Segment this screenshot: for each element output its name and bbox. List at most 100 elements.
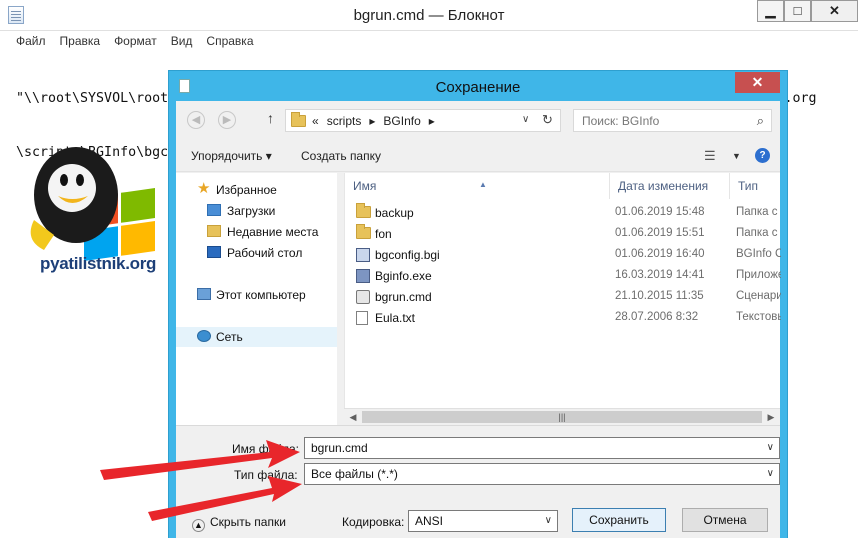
- nav-item-computer[interactable]: Этот компьютер: [176, 285, 337, 305]
- file-row[interactable]: bgconfig.bgi 01.06.2019 16:40 BGInfo Co: [345, 244, 781, 265]
- folder-icon: [356, 224, 371, 239]
- menu-file[interactable]: Файл: [16, 31, 46, 51]
- dialog-close-button[interactable]: ✕: [735, 72, 780, 93]
- encoding-label: Кодировка:: [342, 515, 405, 529]
- filetype-select[interactable]: Все файлы (*.*) ∨: [304, 463, 780, 485]
- breadcrumb-bginfo[interactable]: BGInfo: [383, 114, 420, 128]
- menu-view[interactable]: Вид: [171, 31, 193, 51]
- nav-label-desktop: Рабочий стол: [227, 246, 303, 260]
- chevron-right-icon[interactable]: ▸: [369, 114, 375, 128]
- nav-label-recent: Недавние места: [227, 225, 319, 239]
- sort-up-icon: ▲: [479, 180, 487, 189]
- menu-edit[interactable]: Правка: [60, 31, 101, 51]
- file-row[interactable]: Eula.txt 28.07.2006 8:32 Текстовы: [345, 307, 781, 328]
- file-date: 01.06.2019 16:40: [615, 248, 705, 260]
- file-date: 01.06.2019 15:51: [615, 227, 705, 239]
- menu-help[interactable]: Справка: [206, 31, 253, 51]
- file-row[interactable]: Bginfo.exe 16.03.2019 14:41 Приложе: [345, 265, 781, 286]
- file-name: Eula.txt: [375, 311, 416, 325]
- search-icon: ⌕: [756, 113, 764, 128]
- nav-item-favorites[interactable]: ★ Избранное: [176, 180, 337, 200]
- file-date: 01.06.2019 15:48: [615, 206, 705, 218]
- hide-folders-button[interactable]: ▲ Скрыть папки: [192, 515, 286, 532]
- column-name-label: Имя: [353, 179, 377, 193]
- new-folder-button[interactable]: Создать папку: [301, 149, 381, 163]
- column-header-type[interactable]: Тип: [730, 173, 781, 199]
- file-type: Текстовы: [736, 311, 781, 323]
- back-arrow-icon[interactable]: ◀: [187, 111, 205, 129]
- breadcrumb: « scripts ▸ BGInfo ▸: [312, 114, 443, 128]
- file-row[interactable]: backup 01.06.2019 15:48 Папка с ф: [345, 202, 781, 223]
- nav-item-downloads[interactable]: Загрузки: [176, 201, 337, 221]
- search-input[interactable]: Поиск: BGInfo ⌕: [573, 109, 772, 132]
- file-name: fon: [375, 227, 392, 241]
- recent-places-icon: [207, 225, 221, 237]
- filename-field[interactable]: bgrun.cmd ∨: [304, 437, 780, 459]
- search-placeholder: Поиск: BGInfo: [582, 114, 660, 128]
- file-type: Папка с ф: [736, 206, 781, 218]
- scroll-right-icon[interactable]: ▶: [763, 409, 779, 425]
- close-button[interactable]: ✕: [811, 0, 858, 22]
- dialog-toolbar: Упорядочить ▾ Создать папку ☰ ▼ ?: [176, 140, 780, 172]
- horizontal-scrollbar[interactable]: ◀ ||| ▶: [344, 408, 780, 425]
- refresh-icon[interactable]: ↻: [542, 112, 553, 128]
- script-icon: [356, 290, 370, 304]
- filetype-label: Тип файла:: [234, 468, 298, 482]
- filename-value: bgrun.cmd: [311, 441, 368, 455]
- view-dropdown-icon[interactable]: ▼: [732, 151, 741, 161]
- nav-label-favorites: Избранное: [216, 183, 277, 197]
- file-type: BGInfo Co: [736, 248, 781, 260]
- up-arrow-icon[interactable]: ↑: [267, 110, 274, 126]
- file-name: Bginfo.exe: [375, 269, 432, 283]
- breadcrumb-overflow[interactable]: «: [312, 114, 319, 128]
- nav-item-desktop[interactable]: Рабочий стол: [176, 243, 337, 263]
- chevron-down-icon[interactable]: ∨: [522, 114, 529, 125]
- downloads-icon: [207, 204, 221, 216]
- chevron-down-icon[interactable]: ∨: [767, 464, 774, 484]
- star-icon: ★: [197, 180, 211, 197]
- minimize-button[interactable]: ▁: [757, 0, 784, 22]
- scroll-left-icon[interactable]: ◀: [345, 409, 361, 425]
- scroll-thumb[interactable]: |||: [362, 411, 762, 423]
- logo-text: pyatilistnik.org: [40, 254, 157, 273]
- menu-format[interactable]: Формат: [114, 31, 157, 51]
- forward-arrow-icon[interactable]: ▶: [218, 111, 236, 129]
- notepad-window-title: bgrun.cmd — Блокнот: [353, 7, 505, 24]
- file-date: 16.03.2019 14:41: [615, 269, 705, 281]
- maximize-button[interactable]: □: [784, 0, 811, 22]
- chevron-down-icon[interactable]: ∨: [767, 438, 774, 458]
- cancel-button[interactable]: Отмена: [682, 508, 768, 532]
- organize-button[interactable]: Упорядочить ▾: [191, 149, 272, 163]
- file-type: Папка с ф: [736, 227, 781, 239]
- view-options-icon[interactable]: ☰: [704, 148, 716, 164]
- collapse-icon: ▲: [192, 519, 205, 532]
- help-icon[interactable]: ?: [755, 148, 770, 163]
- save-button[interactable]: Сохранить: [572, 508, 666, 532]
- filename-label: Имя файла:: [232, 442, 299, 456]
- file-name: bgconfig.bgi: [375, 248, 440, 262]
- chevron-right-icon[interactable]: ▸: [429, 114, 435, 128]
- computer-icon: [197, 288, 211, 300]
- text-file-icon: [356, 311, 368, 325]
- window-controls: ▁ □ ✕: [757, 0, 858, 22]
- file-type: Приложе: [736, 269, 781, 281]
- file-date: 21.10.2015 11:35: [615, 290, 704, 302]
- save-dialog: Сохранение ✕ ◀ ▶ ↑ « scripts ▸ BGInfo ▸ ∨ ↻ …: [168, 70, 788, 538]
- file-date: 28.07.2006 8:32: [615, 311, 699, 323]
- breadcrumb-scripts[interactable]: scripts: [327, 114, 362, 128]
- file-row[interactable]: fon 01.06.2019 15:51 Папка с ф: [345, 223, 781, 244]
- encoding-select[interactable]: ANSI ∨: [408, 510, 558, 532]
- column-header-name[interactable]: Имя ▲: [345, 173, 610, 199]
- address-bar[interactable]: « scripts ▸ BGInfo ▸ ∨ ↻: [285, 109, 561, 132]
- desktop-icon: [207, 246, 221, 258]
- dialog-footer: Имя файла: bgrun.cmd ∨ Тип файла: Все фа…: [176, 425, 780, 538]
- encoding-value: ANSI: [415, 514, 444, 528]
- nav-item-network[interactable]: Сеть: [176, 327, 337, 347]
- file-row[interactable]: bgrun.cmd 21.10.2015 11:35 Сценарий: [345, 286, 781, 307]
- notepad-title-bar: bgrun.cmd — Блокнот ▁ □ ✕: [0, 0, 858, 31]
- column-header-date[interactable]: Дата изменения: [610, 173, 730, 199]
- chevron-down-icon[interactable]: ∨: [545, 511, 552, 531]
- nav-label-network: Сеть: [216, 330, 243, 344]
- nav-item-recent[interactable]: Недавние места: [176, 222, 337, 242]
- file-type: Сценарий: [736, 290, 781, 302]
